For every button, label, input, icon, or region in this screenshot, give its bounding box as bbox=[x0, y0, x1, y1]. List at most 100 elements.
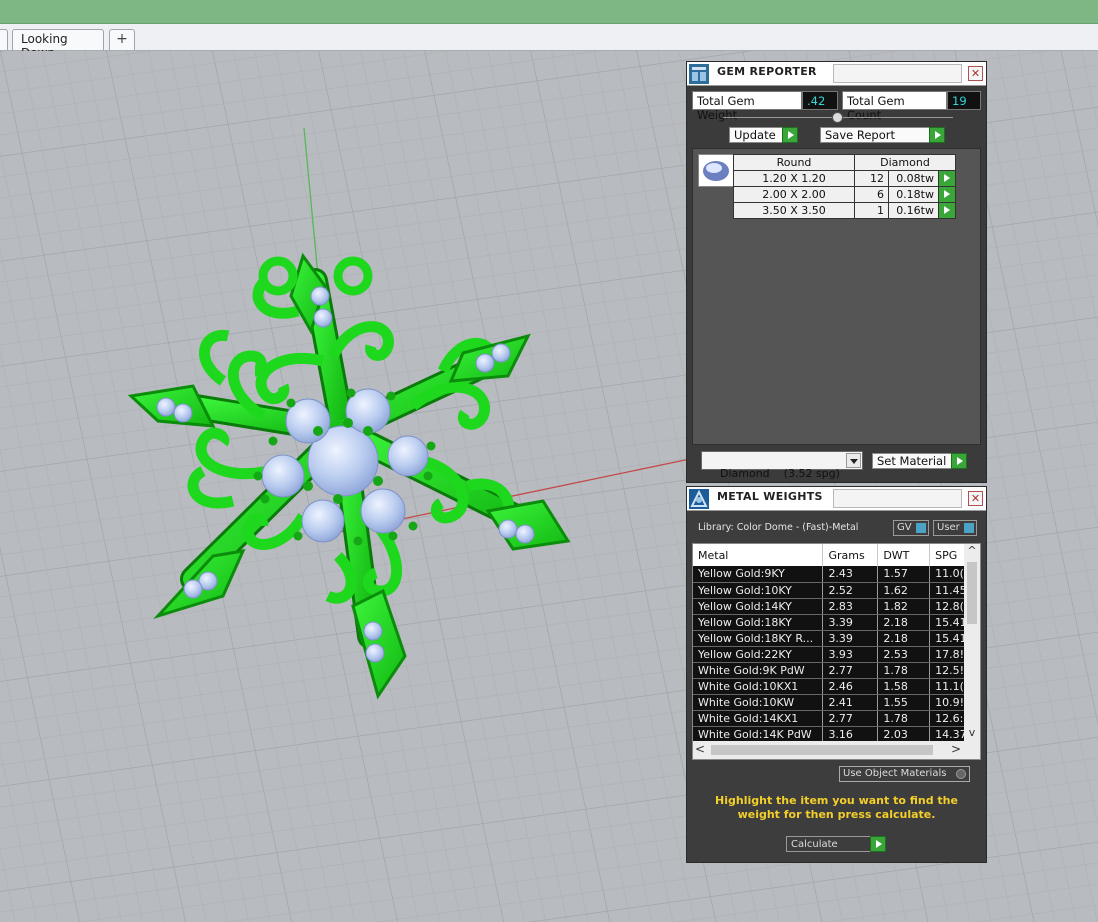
shape-column-header: Round bbox=[733, 154, 855, 171]
metal-row[interactable]: White Gold:10KX1 2.46 1.58 11.1( bbox=[693, 678, 965, 695]
user-toggle-label: User bbox=[937, 522, 960, 533]
close-icon[interactable]: ✕ bbox=[968, 491, 983, 506]
scrollbar-thumb[interactable] bbox=[967, 562, 977, 624]
use-object-materials-button[interactable]: Use Object Materials bbox=[839, 766, 970, 782]
update-button[interactable]: Update bbox=[729, 127, 798, 143]
metal-row[interactable]: White Gold:14KX1 2.77 1.78 12.6: bbox=[693, 710, 965, 727]
toggle-switch-icon bbox=[964, 523, 974, 533]
add-tab-button[interactable]: + bbox=[109, 29, 135, 50]
scroll-left-icon[interactable]: < bbox=[695, 742, 709, 756]
metal-row[interactable]: Yellow Gold:14KY 2.83 1.82 12.8( bbox=[693, 598, 965, 615]
metal-weights-titlebar[interactable]: METAL WEIGHTS ✕ bbox=[687, 487, 986, 511]
metal-spg: 11.1( bbox=[929, 678, 965, 695]
gem-weight: 0.16tw bbox=[888, 202, 939, 219]
metal-list[interactable]: Metal Grams DWT SPG Yellow Gold:9KY 2.43 1… bbox=[692, 543, 981, 760]
metal-grams: 2.52 bbox=[822, 582, 879, 599]
metal-row[interactable]: Yellow Gold:10KY 2.52 1.62 11.45 bbox=[693, 582, 965, 599]
scrollbar-thumb[interactable] bbox=[711, 745, 933, 755]
gem-row-go-button[interactable] bbox=[938, 202, 956, 219]
gem-count: 6 bbox=[854, 186, 889, 203]
gem-size: 1.20 X 1.20 bbox=[733, 170, 855, 187]
metal-row[interactable]: White Gold:9K PdW 2.77 1.78 12.5! bbox=[693, 662, 965, 679]
calculate-button-label: Calculate bbox=[791, 839, 838, 850]
gv-toggle-label: GV bbox=[897, 522, 912, 533]
total-gem-count-value: 19 bbox=[947, 91, 981, 110]
column-header-spg[interactable]: SPG bbox=[929, 544, 965, 566]
title-bar bbox=[0, 0, 1098, 24]
metal-dwt: 2.18 bbox=[877, 614, 931, 631]
library-label: Library: Color Dome - (Fast)-Metal bbox=[698, 522, 859, 533]
material-select[interactable]: Diamond (3.52 spg) bbox=[701, 451, 863, 480]
metal-name: Yellow Gold:22KY bbox=[693, 646, 824, 663]
metal-spg: 15.41 bbox=[929, 630, 965, 647]
calculate-button[interactable]: Calculate bbox=[786, 836, 886, 852]
gem-row-go-button[interactable] bbox=[938, 170, 956, 187]
splitter-knob-icon[interactable] bbox=[832, 112, 843, 123]
metal-name: Yellow Gold:9KY bbox=[693, 566, 824, 583]
metal-row[interactable]: Yellow Gold:9KY 2.43 1.57 11.0( bbox=[693, 566, 965, 583]
metal-weights-logo-icon bbox=[688, 488, 710, 510]
close-icon[interactable]: ✕ bbox=[968, 66, 983, 81]
metal-grams: 2.83 bbox=[822, 598, 879, 615]
scroll-right-icon[interactable]: > bbox=[951, 742, 965, 756]
use-object-materials-label: Use Object Materials bbox=[843, 768, 947, 779]
metal-dwt: 1.78 bbox=[877, 710, 931, 727]
gem-row[interactable]: 1.20 X 1.20 12 0.08tw bbox=[733, 170, 956, 187]
play-arrow-icon bbox=[939, 187, 955, 202]
gem-row[interactable]: 3.50 X 3.50 1 0.16tw bbox=[733, 202, 956, 219]
user-toggle[interactable]: User bbox=[933, 520, 977, 536]
scroll-down-icon[interactable]: v bbox=[964, 726, 980, 742]
gem-row-go-button[interactable] bbox=[938, 186, 956, 203]
metal-grams: 3.16 bbox=[822, 726, 879, 742]
column-header-grams[interactable]: Grams bbox=[822, 544, 879, 566]
gem-reporter-panel[interactable]: GEM REPORTER ✕ Total Gem Weight .42 Tota… bbox=[686, 61, 987, 483]
metal-dwt: 1.62 bbox=[877, 582, 931, 599]
tab-previous[interactable] bbox=[0, 29, 8, 50]
update-button-label: Update bbox=[734, 128, 776, 142]
scroll-up-icon[interactable]: ^ bbox=[964, 544, 980, 560]
metal-row[interactable]: Yellow Gold:18KY 3.39 2.18 15.41 bbox=[693, 614, 965, 631]
metal-grams: 2.46 bbox=[822, 678, 879, 695]
play-arrow-icon bbox=[939, 171, 955, 186]
set-material-button[interactable]: Set Material bbox=[872, 453, 967, 469]
gem-reporter-titlebar[interactable]: GEM REPORTER ✕ bbox=[687, 62, 986, 86]
material-select-value: Diamond (3.52 spg) bbox=[720, 467, 840, 480]
metal-row[interactable]: Yellow Gold:22KY 3.93 2.53 17.8! bbox=[693, 646, 965, 663]
viewport-tabstrip: Looking Down + bbox=[0, 24, 1098, 60]
save-report-button[interactable]: Save Report bbox=[820, 127, 945, 143]
column-header-dwt[interactable]: DWT bbox=[877, 544, 931, 566]
metal-dwt: 2.03 bbox=[877, 726, 931, 742]
horizontal-scrollbar[interactable]: < > bbox=[693, 741, 980, 759]
column-header-metal[interactable]: Metal bbox=[693, 544, 824, 566]
metal-name: Yellow Gold:18KY R... bbox=[693, 630, 824, 647]
tab-looking-down[interactable]: Looking Down bbox=[12, 29, 104, 60]
metal-weights-panel[interactable]: METAL WEIGHTS ✕ Library: Color Dome - (F… bbox=[686, 486, 987, 863]
total-gem-weight-label: Total Gem Weight bbox=[692, 91, 802, 122]
gv-toggle[interactable]: GV bbox=[893, 520, 929, 536]
chevron-down-icon[interactable] bbox=[846, 453, 861, 468]
metal-grams: 2.77 bbox=[822, 710, 879, 727]
play-arrow-icon bbox=[782, 127, 798, 143]
metal-dwt: 1.82 bbox=[877, 598, 931, 615]
gem-size: 3.50 X 3.50 bbox=[733, 202, 855, 219]
gem-row[interactable]: 2.00 X 2.00 6 0.18tw bbox=[733, 186, 956, 203]
metal-grams: 3.39 bbox=[822, 630, 879, 647]
gem-list-area: Round Diamond 1.20 X 1.20 12 0.08tw 2.00… bbox=[692, 148, 981, 445]
metal-row[interactable]: White Gold:10KW 2.41 1.55 10.9! bbox=[693, 694, 965, 711]
gem-size: 2.00 X 2.00 bbox=[733, 186, 855, 203]
metal-row[interactable]: Yellow Gold:18KY R... 3.39 2.18 15.41 bbox=[693, 630, 965, 647]
metal-spg: 12.5! bbox=[929, 662, 965, 679]
metal-spg: 11.0( bbox=[929, 566, 965, 583]
metal-spg: 11.45 bbox=[929, 582, 965, 599]
gem-reporter-drag-handle[interactable] bbox=[833, 64, 962, 83]
metal-dwt: 2.53 bbox=[877, 646, 931, 663]
metal-name: White Gold:14K PdW bbox=[693, 726, 824, 742]
gem-reporter-logo-icon bbox=[688, 63, 710, 85]
total-gem-weight-value: .42 bbox=[802, 91, 838, 110]
vertical-scrollbar[interactable]: ^ v bbox=[964, 544, 980, 742]
metal-dwt: 1.78 bbox=[877, 662, 931, 679]
metal-row[interactable]: White Gold:14K PdW 3.16 2.03 14.37 bbox=[693, 726, 965, 742]
metal-weights-drag-handle[interactable] bbox=[833, 489, 962, 508]
round-diamond-thumbnail-icon[interactable] bbox=[698, 154, 734, 187]
gem-reporter-title: GEM REPORTER bbox=[717, 65, 817, 78]
